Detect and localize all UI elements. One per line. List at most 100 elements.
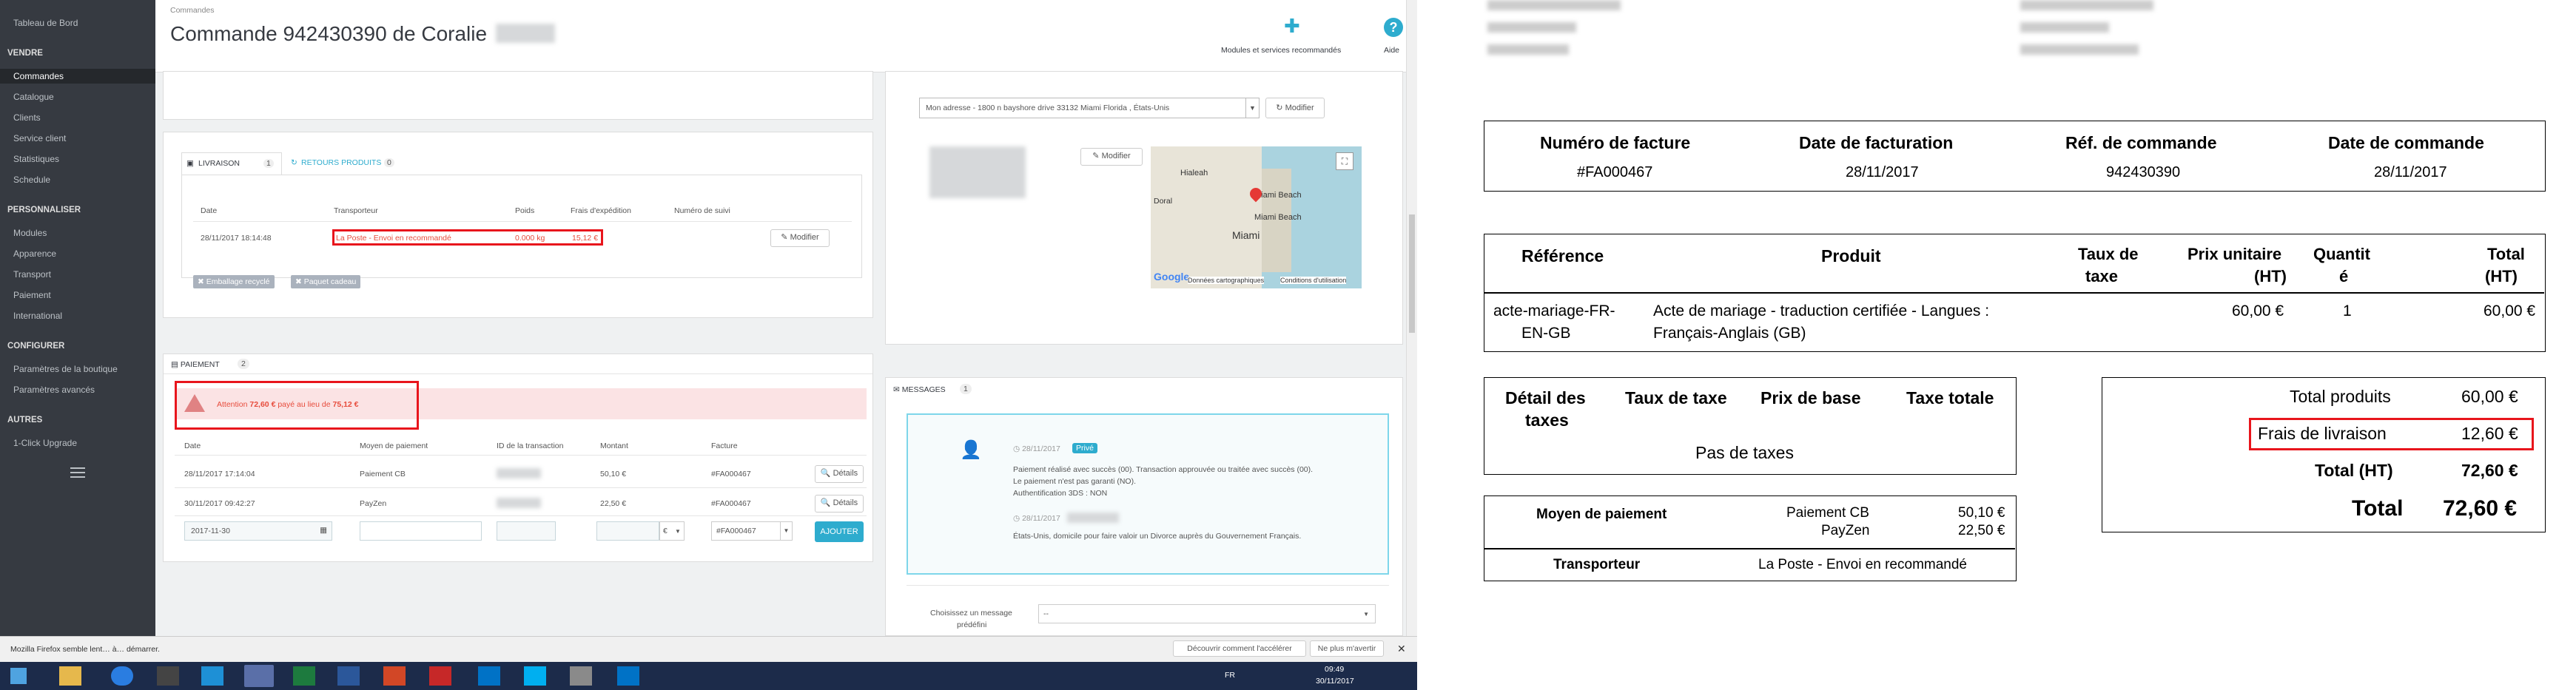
word-icon[interactable] <box>337 666 360 686</box>
sidebar-item-payment[interactable]: Paiement <box>13 290 51 300</box>
sidebar-item-orders[interactable]: Commandes <box>13 71 64 81</box>
predefined-label-1: Choisissez un message <box>930 609 1012 618</box>
modules-link[interactable]: Modules et services recommandés <box>1221 46 1341 55</box>
new-date-value: 2017-11-30 <box>191 527 230 535</box>
currency-select[interactable]: € ▼ <box>659 521 685 541</box>
modify-address-button[interactable]: ↻ Modifier <box>1265 98 1325 118</box>
ie-icon[interactable] <box>111 666 133 686</box>
map-data-link[interactable]: Données cartographiques <box>1188 277 1265 284</box>
invoice-select-value: #FA000467 <box>716 527 756 535</box>
shipping-panel: ▣ LIVRAISON 1 ↻ RETOURS PRODUITS 0 Date … <box>163 132 873 318</box>
new-payment-method-input[interactable] <box>360 521 482 541</box>
media-icon[interactable] <box>157 666 179 686</box>
col-pay-amount: Montant <box>600 442 628 450</box>
acrobat-icon[interactable] <box>429 666 451 686</box>
messages-count: 1 <box>960 384 972 394</box>
sidebar-item-advanced-params[interactable]: Paramètres avancés <box>13 385 95 395</box>
sidebar-item-schedule[interactable]: Schedule <box>13 175 50 185</box>
menu-toggle-icon[interactable] <box>70 467 85 478</box>
sidebar-item-catalog[interactable]: Catalogue <box>13 92 54 102</box>
map[interactable]: Hialeah Miami Beach Miami Beach Miami Do… <box>1151 146 1362 288</box>
sidebar-item-customer-service[interactable]: Service client <box>13 133 66 143</box>
invoice-select[interactable]: #FA000467 ▼ <box>711 521 793 541</box>
firefox-icon[interactable] <box>244 665 274 687</box>
clock-time[interactable]: 09:49 <box>1325 665 1344 674</box>
help-icon[interactable]: ? <box>1384 18 1403 37</box>
map-label-miami-beach-2: Miami Beach <box>1254 213 1302 222</box>
messages-panel: ✉ MESSAGES 1 👤 ◷ 28/11/2017 Privé Paieme… <box>885 377 1403 636</box>
help-link[interactable]: Aide <box>1384 46 1399 55</box>
col-date: Date <box>201 206 218 215</box>
add-payment-button[interactable]: AJOUTER <box>815 521 864 542</box>
total-products-value: 60,00 € <box>2461 387 2518 406</box>
sidebar-item-dashboard[interactable]: Tableau de Bord <box>13 18 78 28</box>
sidebar-item-upgrade[interactable]: 1-Click Upgrade <box>13 438 77 448</box>
address-select[interactable]: Mon adresse - 1800 n bayshore drive 3313… <box>919 98 1260 118</box>
col-weight: Poids <box>515 206 535 215</box>
chevron-down-icon: ▼ <box>1363 611 1369 618</box>
new-payment-txn-input[interactable] <box>497 521 556 541</box>
message-date-2-value: 28/11/2017 <box>1022 514 1060 523</box>
message-date-1: ◷ 28/11/2017 <box>1013 444 1060 453</box>
col-tax-rate-1: Taux de <box>2078 245 2139 263</box>
edit-shipping-label: Modifier <box>790 233 819 242</box>
invoice-date: 28/11/2017 <box>1846 164 1919 180</box>
tab-returns[interactable]: ↻ RETOURS PRODUITS 0 <box>286 152 397 175</box>
tag-recycled[interactable]: ✖ Emballage recyclé <box>193 275 275 288</box>
puzzle-icon[interactable]: ✚ <box>1284 16 1303 35</box>
redacted-block <box>1487 22 1576 33</box>
invoice-header-table: Numéro de facture Date de facturation Ré… <box>1484 121 2546 192</box>
sidebar-item-customers[interactable]: Clients <box>13 112 41 123</box>
edit-address-button[interactable]: ✎ Modifier <box>1080 148 1143 166</box>
sidebar-item-appearance[interactable]: Apparence <box>13 248 56 259</box>
sidebar-item-shop-params[interactable]: Paramètres de la boutique <box>13 364 118 374</box>
close-icon[interactable]: ✕ <box>1397 643 1406 655</box>
skype-icon[interactable] <box>524 666 546 686</box>
divider <box>175 515 867 516</box>
map-terms-link[interactable]: Conditions d'utilisation <box>1280 277 1347 284</box>
order-date-header: Date de commande <box>2328 133 2484 152</box>
tag-gift[interactable]: ✖ Paquet cadeau <box>291 275 361 288</box>
col-tax-detail-2: taxes <box>1525 410 1569 430</box>
language-indicator[interactable]: FR <box>1225 671 1235 680</box>
payment-panel: ▤ PAIEMENT 2 Attention 72,60 € payé au l… <box>163 354 873 562</box>
speed-up-button[interactable]: Découvrir comment l'accélérer <box>1173 640 1306 657</box>
fullscreen-icon[interactable]: ⛶ <box>1336 152 1353 170</box>
new-payment-date-input[interactable]: 2017-11-30 ▦ <box>184 521 332 541</box>
app-icon[interactable] <box>201 666 223 686</box>
redacted-block <box>1487 44 1569 55</box>
breadcrumb[interactable]: Commandes <box>170 6 215 15</box>
tab-shipping[interactable]: ▣ LIVRAISON 1 <box>181 152 282 175</box>
outlook-icon-2[interactable] <box>617 666 639 686</box>
folder-icon[interactable] <box>59 666 81 686</box>
pay1-details-button[interactable]: 🔍 Détails <box>815 465 864 483</box>
pay1-invoice: #FA000467 <box>711 470 751 478</box>
excel-icon[interactable] <box>293 666 315 686</box>
pay1-date: 28/11/2017 17:14:04 <box>184 470 255 478</box>
scrollbar-thumb[interactable] <box>1409 214 1415 333</box>
outlook-icon[interactable] <box>478 666 500 686</box>
start-icon[interactable] <box>10 668 27 684</box>
order-date: 28/11/2017 <box>2374 164 2447 180</box>
sidebar-item-shipping[interactable]: Transport <box>13 269 51 280</box>
shipping-tab-body <box>181 175 862 278</box>
taskbar: FR 09:49 30/11/2017 <box>0 662 1417 690</box>
powerpoint-icon[interactable] <box>383 666 406 686</box>
invoice-number: #FA000467 <box>1577 164 1653 180</box>
clock-date[interactable]: 30/11/2017 <box>1316 677 1354 686</box>
pay2-details-button[interactable]: 🔍 Détails <box>815 495 864 513</box>
divider <box>1484 292 2544 294</box>
page-header: Commandes Commande 942430390 de Coralie … <box>155 0 1413 72</box>
payment-count: 2 <box>238 359 249 369</box>
scrollbar[interactable] <box>1406 0 1417 636</box>
sidebar-item-modules[interactable]: Modules <box>13 228 47 238</box>
edit-shipping-button[interactable]: ✎ Modifier <box>770 229 830 247</box>
tax-detail-table: Détail des taxes Taux de taxe Prix de ba… <box>1484 377 2017 475</box>
dont-warn-button[interactable]: Ne plus m'avertir <box>1310 640 1384 657</box>
sidebar-item-international[interactable]: International <box>13 311 62 321</box>
product-ref-2: EN-GB <box>1521 325 1571 342</box>
scanner-icon[interactable] <box>570 666 592 686</box>
predefined-message-select[interactable]: -- ▼ <box>1038 604 1376 623</box>
new-payment-amount-input[interactable] <box>596 521 659 541</box>
sidebar-item-stats[interactable]: Statistiques <box>13 154 59 164</box>
